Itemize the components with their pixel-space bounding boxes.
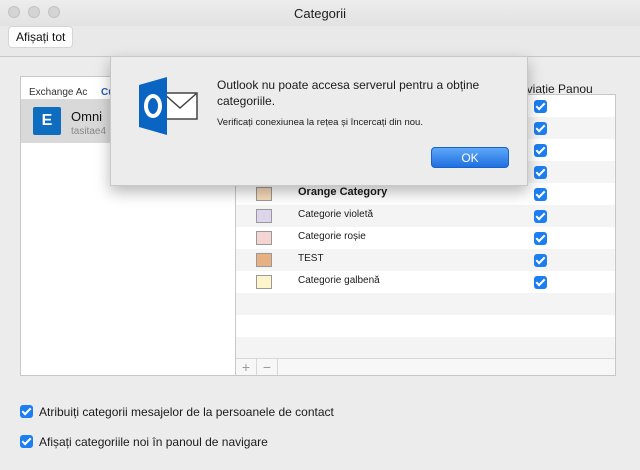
show-in-nav-pane-checkbox[interactable] — [534, 232, 547, 245]
error-alert-dialog: Outlook nu poate accesa serverul pentru … — [110, 56, 528, 186]
show-in-nav-pane-checkbox[interactable] — [534, 122, 547, 135]
show-in-nav-pane-checkbox[interactable] — [534, 210, 547, 223]
outlook-icon — [139, 77, 198, 135]
category-color-swatch[interactable] — [256, 187, 272, 201]
show-in-nav-pane-checkbox[interactable] — [534, 276, 547, 289]
category-row[interactable]: Categorie violetă — [236, 205, 615, 227]
toolbar: Afișați tot — [0, 26, 640, 57]
empty-row — [236, 293, 615, 315]
show-in-nav-label: Afișați categoriile noi în panoul de nav… — [39, 434, 268, 449]
empty-row — [236, 337, 615, 359]
category-name: Categorie violetă — [298, 209, 374, 220]
window-title: Categorii — [293, 6, 347, 21]
category-color-swatch[interactable] — [256, 231, 272, 245]
remove-category-button[interactable]: − — [257, 359, 278, 375]
option-show-in-nav[interactable]: Afișați categoriile noi în panoul de nav… — [20, 434, 268, 449]
empty-row — [236, 315, 615, 337]
category-color-swatch[interactable] — [256, 209, 272, 223]
show-in-nav-pane-checkbox[interactable] — [534, 166, 547, 179]
category-row[interactable]: Categorie roșie — [236, 227, 615, 249]
add-category-button[interactable]: + — [236, 359, 257, 375]
alert-title: Outlook nu poate accesa serverul pentru … — [217, 78, 480, 108]
category-name: Orange Category — [298, 186, 388, 198]
accounts-column-header: Exchange Ac — [29, 87, 88, 98]
assign-contacts-label: Atribuiți categorii mesajelor de la pers… — [39, 404, 334, 419]
categories-footer: + − — [236, 358, 615, 375]
category-name: TEST — [298, 253, 324, 264]
show-in-nav-pane-checkbox[interactable] — [534, 100, 547, 113]
category-row[interactable]: Categorie galbenă — [236, 271, 615, 293]
show-in-nav-pane-checkbox[interactable] — [534, 144, 547, 157]
exchange-icon: E — [33, 107, 61, 135]
alert-message: Verificați conexiunea la rețea și încerc… — [217, 117, 423, 128]
account-email: tasitae4 — [71, 126, 107, 137]
category-color-swatch[interactable] — [256, 253, 272, 267]
assign-contacts-checkbox[interactable] — [20, 405, 33, 419]
show-all-button[interactable]: Afișați tot — [8, 26, 74, 48]
show-in-nav-pane-checkbox[interactable] — [534, 188, 547, 201]
show-in-nav-pane-checkbox[interactable] — [534, 254, 547, 267]
category-color-swatch[interactable] — [256, 275, 272, 289]
category-row[interactable]: TEST — [236, 249, 615, 271]
category-row[interactable]: Orange Category — [236, 183, 615, 205]
option-assign-contacts[interactable]: Atribuiți categorii mesajelor de la pers… — [20, 404, 334, 419]
show-in-nav-checkbox[interactable] — [20, 435, 33, 449]
category-name: Categorie galbenă — [298, 275, 380, 286]
ok-button[interactable]: OK — [431, 147, 509, 168]
window-titlebar: Categorii — [0, 0, 640, 26]
category-name: Categorie roșie — [298, 231, 366, 242]
